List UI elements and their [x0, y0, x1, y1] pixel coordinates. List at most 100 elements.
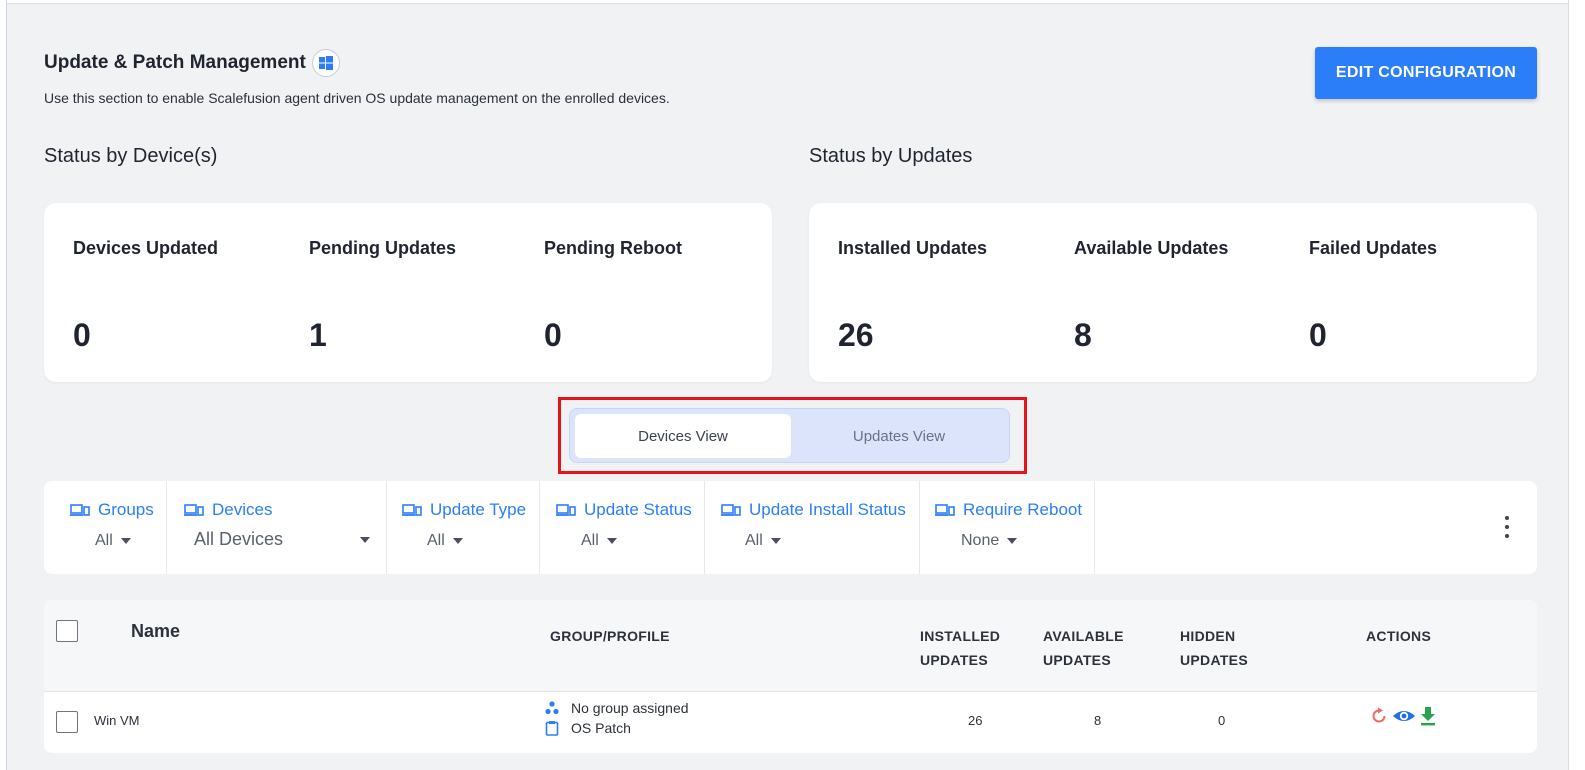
refresh-icon[interactable]	[1369, 706, 1389, 726]
stat-label: Pending Updates	[309, 238, 457, 258]
filter-dropdown[interactable]: All	[745, 532, 781, 550]
filter-devices[interactable]: Devices All Devices	[167, 481, 387, 574]
header-line: HIDDEN	[1180, 628, 1236, 644]
window-right-border	[1568, 0, 1585, 770]
filter-update-type[interactable]: Update Type All	[387, 481, 540, 574]
group-assignment: No group assigned	[545, 700, 689, 716]
filter-label: Groups	[98, 500, 154, 519]
stat-value: 1	[309, 317, 327, 353]
stat-label: Installed Updates	[838, 238, 988, 258]
group-icon	[545, 701, 559, 715]
stat-value: 0	[544, 317, 562, 353]
more-options-icon[interactable]	[1501, 516, 1513, 538]
profile-name: OS Patch	[571, 720, 631, 736]
page-title: Update & Patch Management	[44, 52, 306, 73]
window-top-border	[0, 0, 1585, 4]
filter-label: Require Reboot	[963, 500, 1083, 519]
page-subtitle: Use this section to enable Scalefusion a…	[44, 90, 670, 106]
filter-value: All Devices	[194, 529, 284, 549]
hidden-updates-count: 0	[1218, 713, 1226, 728]
devices-filter-icon	[402, 504, 422, 516]
filter-value: All	[427, 532, 445, 549]
header-line: AVAILABLE	[1043, 628, 1124, 644]
profile-assignment: OS Patch	[545, 720, 631, 736]
installed-updates-count: 26	[968, 713, 983, 728]
filter-dropdown[interactable]: All	[581, 532, 617, 550]
filter-require-reboot[interactable]: Require Reboot None	[920, 481, 1095, 574]
filter-value: All	[745, 532, 763, 549]
window-left-border	[0, 0, 7, 770]
column-header-actions: ACTIONS	[1366, 628, 1432, 644]
filter-value: All	[95, 532, 113, 549]
available-updates-count: 8	[1094, 713, 1102, 728]
row-actions	[1369, 706, 1440, 726]
filter-dropdown[interactable]: All	[95, 532, 131, 550]
stat-value: 0	[1309, 317, 1327, 353]
filter-bar: Groups All Devices All Devices Update Ty…	[44, 481, 1537, 574]
filter-header[interactable]: Update Status	[556, 500, 692, 520]
filter-header[interactable]: Update Type	[402, 500, 526, 520]
tab-updates-view[interactable]: Updates View	[791, 414, 1007, 458]
page-header: Update & Patch Management	[44, 49, 340, 77]
status-by-updates-heading: Status by Updates	[809, 145, 973, 167]
filter-label: Update Type	[430, 500, 527, 519]
filter-value: None	[961, 532, 1000, 549]
view-toggle: Devices View Updates View	[569, 408, 1010, 463]
column-header-group-profile: GROUP/PROFILE	[550, 628, 670, 644]
windows-icon	[311, 49, 340, 77]
select-all-checkbox[interactable]	[56, 620, 78, 642]
stat-value: 8	[1074, 317, 1092, 353]
device-select[interactable]: All Devices	[194, 529, 370, 550]
filter-label: Devices	[212, 500, 273, 519]
filter-label: Update Status	[584, 500, 692, 519]
filter-groups[interactable]: Groups All	[44, 481, 167, 574]
header-line: INSTALLED	[920, 628, 1001, 644]
device-name[interactable]: Win VM	[94, 713, 140, 728]
caret-down-icon	[120, 538, 131, 544]
column-header-available: AVAILABLE UPDATES	[1043, 624, 1124, 672]
column-header-hidden: HIDDEN UPDATES	[1180, 624, 1248, 672]
status-by-devices-heading: Status by Device(s)	[44, 145, 218, 167]
stat-value: 26	[838, 317, 874, 353]
caret-down-icon	[770, 538, 781, 544]
updates-status-card: Installed Updates 26 Available Updates 8…	[809, 203, 1537, 382]
devices-filter-icon	[184, 504, 204, 516]
devices-table: Name GROUP/PROFILE INSTALLED UPDATES AVA…	[44, 600, 1537, 753]
device-status-card: Devices Updated 0 Pending Updates 1 Pend…	[44, 203, 772, 382]
devices-filter-icon	[556, 504, 576, 516]
caret-down-icon	[360, 536, 370, 543]
header-line: UPDATES	[1180, 652, 1248, 668]
filter-update-status[interactable]: Update Status All	[540, 481, 705, 574]
stat-label: Available Updates	[1074, 238, 1229, 258]
header-line: UPDATES	[1043, 652, 1111, 668]
filter-label: Update Install Status	[749, 500, 906, 519]
download-icon[interactable]	[1419, 706, 1437, 726]
filter-dropdown[interactable]: All	[427, 532, 463, 550]
eye-icon[interactable]	[1392, 707, 1416, 725]
stat-label: Pending Reboot	[544, 238, 682, 258]
filter-dropdown[interactable]: None	[961, 532, 1018, 550]
group-name: No group assigned	[571, 700, 689, 716]
stat-value: 0	[73, 317, 91, 353]
devices-filter-icon	[935, 504, 955, 516]
stat-label: Failed Updates	[1309, 238, 1438, 258]
caret-down-icon	[1007, 538, 1018, 544]
filter-header[interactable]: Require Reboot	[935, 500, 1082, 520]
edit-configuration-button[interactable]: EDIT CONFIGURATION	[1315, 47, 1537, 99]
filter-header[interactable]: Groups	[70, 500, 154, 520]
filter-header[interactable]: Devices	[184, 500, 272, 520]
caret-down-icon	[606, 538, 617, 544]
devices-filter-icon	[70, 504, 90, 516]
filter-header[interactable]: Update Install Status	[721, 500, 906, 520]
row-checkbox[interactable]	[56, 711, 78, 733]
devices-filter-icon	[721, 504, 741, 516]
tab-devices-view[interactable]: Devices View	[575, 414, 791, 458]
filter-value: All	[581, 532, 599, 549]
column-header-installed: INSTALLED UPDATES	[920, 624, 1000, 672]
column-header-name[interactable]: Name	[131, 621, 180, 642]
filter-update-install-status[interactable]: Update Install Status All	[705, 481, 920, 574]
clipboard-icon	[545, 721, 559, 736]
table-header: Name GROUP/PROFILE INSTALLED UPDATES AVA…	[44, 600, 1537, 692]
stat-label: Devices Updated	[73, 238, 219, 258]
header-line: UPDATES	[920, 652, 988, 668]
